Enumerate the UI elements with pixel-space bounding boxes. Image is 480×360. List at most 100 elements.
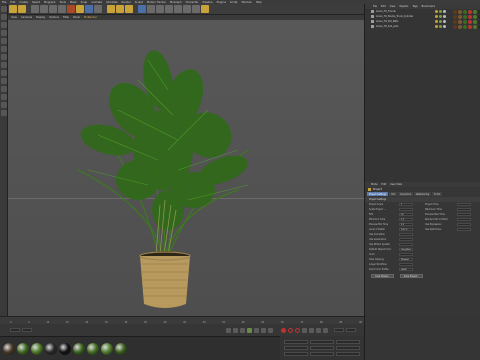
viewport-menu-view[interactable]: View — [11, 16, 17, 19]
previous-frame-icon[interactable] — [240, 327, 245, 333]
field-input[interactable]: Gray-Blue — [399, 248, 413, 251]
field-input[interactable]: sRGB — [399, 268, 413, 271]
visibility-dot-icon[interactable] — [439, 15, 442, 18]
rotation-key-icon[interactable] — [316, 327, 321, 333]
coordinate-field[interactable] — [310, 352, 334, 356]
field-input-right[interactable] — [457, 203, 471, 206]
position-key-icon[interactable] — [302, 327, 307, 333]
start-frame-field[interactable] — [10, 328, 20, 332]
viewport-menu-panel[interactable]: Panel — [73, 16, 80, 19]
go-to-end-icon[interactable] — [268, 327, 273, 333]
material-tag-icon[interactable] — [468, 20, 472, 24]
scale-icon[interactable] — [49, 5, 57, 13]
visibility-dot-icon[interactable] — [435, 15, 438, 18]
left-tool-icon[interactable] — [1, 54, 7, 60]
material-tag-icon[interactable] — [453, 20, 457, 24]
material-tag-icon[interactable] — [463, 10, 467, 14]
viewport-menu-display[interactable]: Display — [36, 16, 45, 19]
y-axis-icon[interactable] — [76, 5, 84, 13]
viewport-menu-filter[interactable]: Filter — [63, 16, 69, 19]
visibility-dot-icon[interactable] — [443, 10, 446, 13]
coordinate-field[interactable] — [310, 340, 334, 344]
coordinate-field[interactable] — [336, 340, 360, 344]
previous-key-icon[interactable] — [233, 327, 238, 333]
field-input-right[interactable] — [457, 218, 471, 221]
tab-info[interactable]: Info — [389, 192, 398, 196]
z-axis-icon[interactable] — [85, 5, 93, 13]
record-active-icon[interactable] — [281, 327, 286, 333]
viewport-perspective[interactable] — [8, 20, 364, 316]
next-key-icon[interactable] — [261, 327, 266, 333]
coordinate-field[interactable] — [284, 352, 308, 356]
material-tag-icon[interactable] — [473, 10, 477, 14]
field-input-right[interactable] — [457, 213, 471, 216]
visibility-dot-icon[interactable] — [439, 25, 442, 28]
timeline-ruler[interactable]: 0 5 10 15 20 25 30 35 40 45 50 55 60 65 70 75 80 85 90 — [0, 316, 364, 324]
material-swatch-soil[interactable] — [3, 342, 15, 355]
deformer-icon[interactable] — [174, 5, 182, 13]
scale-key-icon[interactable] — [309, 327, 314, 333]
preview-start-field[interactable] — [22, 328, 32, 332]
object-menu-file[interactable]: File — [373, 5, 377, 8]
left-tool-icon[interactable] — [1, 94, 7, 100]
material-swatch-frond-green-1[interactable] — [17, 342, 29, 355]
left-tool-icon[interactable] — [1, 6, 7, 12]
left-tool-icon[interactable] — [1, 62, 7, 68]
coordinate-field[interactable] — [336, 346, 360, 350]
left-tool-icon[interactable] — [1, 14, 7, 20]
material-tag-icon[interactable] — [468, 10, 472, 14]
coord-system-icon[interactable] — [94, 5, 102, 13]
object-menu-view[interactable]: View — [390, 5, 396, 8]
tab-project-settings[interactable]: Project Settings — [367, 192, 389, 196]
field-input[interactable]: 100 % — [399, 228, 413, 231]
render-view-icon[interactable] — [107, 5, 115, 13]
material-tag-icon[interactable] — [463, 25, 467, 29]
cube-icon[interactable] — [138, 5, 146, 13]
coordinate-field[interactable] — [284, 346, 308, 350]
object-menu-edit[interactable]: Edit — [381, 5, 386, 8]
tab-dynamics[interactable]: Dynamics — [398, 192, 414, 196]
left-tool-icon[interactable] — [1, 46, 7, 52]
object-menu-objects[interactable]: Objects — [399, 5, 408, 8]
material-tag-icon[interactable] — [473, 15, 477, 19]
field-input[interactable] — [399, 238, 413, 241]
visibility-dot-icon[interactable] — [435, 20, 438, 23]
material-tag-icon[interactable] — [458, 15, 462, 19]
object-menu-bookmarks[interactable]: Bookmarks — [422, 5, 435, 8]
field-input[interactable]: 0 F — [399, 218, 413, 221]
material-tag-icon[interactable] — [463, 20, 467, 24]
field-input[interactable] — [399, 233, 413, 236]
attribute-menu-edit[interactable]: Edit — [382, 183, 387, 186]
material-swatch-dark[interactable] — [45, 342, 57, 355]
pen-icon[interactable] — [147, 5, 155, 13]
material-tag-icon[interactable] — [468, 15, 472, 19]
material-swatch-black[interactable] — [59, 342, 71, 355]
material-swatch-frond-green-3[interactable] — [73, 342, 85, 355]
visibility-dot-icon[interactable] — [439, 10, 442, 13]
autokey-icon[interactable] — [288, 327, 293, 333]
undo-icon[interactable] — [9, 5, 17, 13]
go-to-start-icon[interactable] — [226, 327, 231, 333]
field-input-right[interactable] — [457, 223, 471, 226]
material-swatch-frond-green-4[interactable] — [87, 342, 99, 355]
object-menu-tags[interactable]: Tags — [412, 5, 417, 8]
field-input[interactable]: Medium — [399, 258, 413, 261]
material-tag-icon[interactable] — [453, 25, 457, 29]
render-pic-icon[interactable] — [116, 5, 124, 13]
left-tool-icon[interactable] — [1, 30, 7, 36]
next-frame-icon[interactable] — [254, 327, 259, 333]
keyframe-selection-icon[interactable] — [295, 327, 300, 333]
material-swatch-frond-green-6[interactable] — [115, 342, 127, 355]
field-input[interactable] — [399, 263, 413, 266]
preview-end-field[interactable] — [346, 328, 356, 332]
material-tag-icon[interactable] — [473, 20, 477, 24]
left-tool-icon[interactable] — [1, 110, 7, 116]
viewport-menu-cameras[interactable]: Cameras — [21, 16, 32, 19]
field-input[interactable]: 30 — [399, 213, 413, 216]
left-tool-icon[interactable] — [1, 38, 7, 44]
visibility-dot-icon[interactable] — [443, 15, 446, 18]
left-tool-icon[interactable] — [1, 70, 7, 76]
floor-icon[interactable] — [183, 5, 191, 13]
left-tool-icon[interactable] — [1, 22, 7, 28]
left-tool-icon[interactable] — [1, 78, 7, 84]
